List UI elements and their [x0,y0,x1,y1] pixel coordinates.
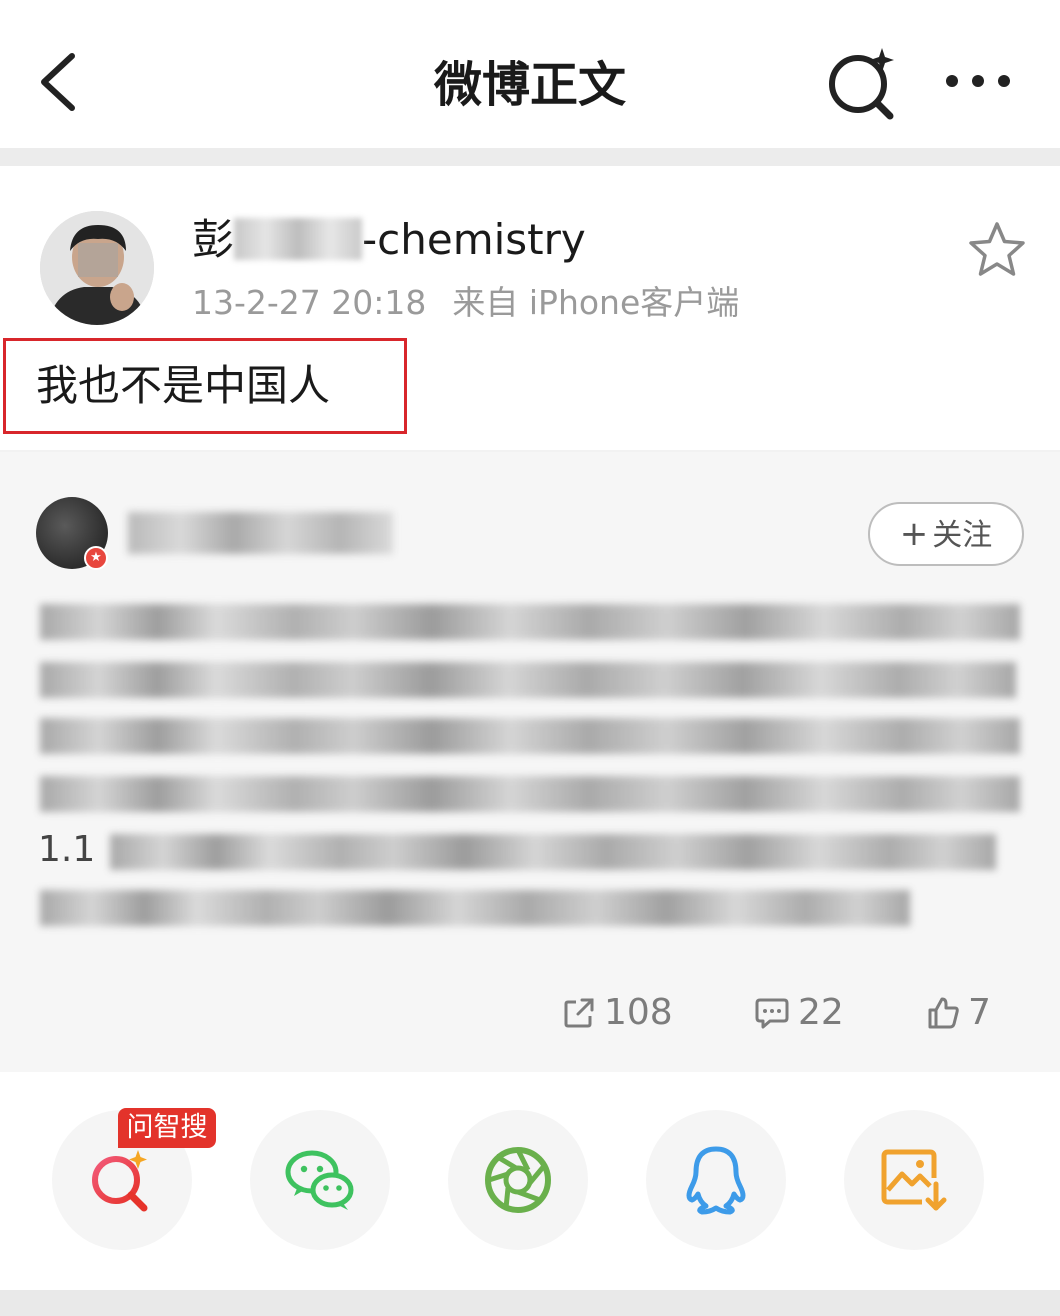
post-timestamp: 13-2-27 20:18 [192,283,427,322]
like-count[interactable]: 7 [926,988,991,1038]
comment-icon [755,998,789,1029]
plus-icon: + [899,514,929,554]
verified-badge-icon: ★ [84,546,108,570]
save-image-icon [881,1149,947,1211]
author-avatar[interactable] [40,211,154,325]
blurred-text-line [40,776,1020,812]
repost-count[interactable]: 108 [562,988,673,1038]
post-source: 来自 iPhone客户端 [452,283,740,322]
sparkle-search-icon [829,48,894,120]
like-count-value: 7 [968,992,991,1033]
back-button[interactable] [28,44,98,120]
wechat-icon [285,1150,354,1210]
more-button[interactable] [936,56,1026,106]
blurred-text-line [40,718,1020,754]
bottom-strip [0,1290,1060,1316]
comment-count-value: 22 [798,992,844,1033]
wenzhisou-search-icon [92,1150,148,1212]
share-save-image-button[interactable] [844,1110,984,1250]
blurred-text-line [40,890,910,926]
blurred-text-line [40,604,1020,640]
repost-icon [564,998,594,1028]
author-name[interactable]: 彭 -chemistry [192,212,792,268]
more-dots-icon [946,75,1010,87]
author-name-prefix: 彭 [192,215,235,264]
partial-visible-text: 1.1 [38,829,96,870]
page-title: 微博正文 [433,57,626,113]
blurred-text-line-5: 1.1 [38,830,95,870]
comment-count[interactable]: 22 [754,988,844,1038]
post-meta: 13-2-27 20:18 来自 iPhone客户端 [192,280,892,326]
favorite-button[interactable] [964,218,1030,282]
wenzhisou-tag: 问智搜 [118,1108,216,1148]
redacted-name-blur [234,218,363,260]
qq-icon [686,1146,746,1215]
blurred-text-line [110,834,996,870]
follow-label: 关注 [932,518,993,553]
avatar-photo [40,211,154,325]
nav-divider [0,148,1060,166]
blurred-text-line [40,662,1016,698]
share-wechat-button[interactable] [250,1110,390,1250]
thumbs-up-icon [928,997,959,1029]
follow-button[interactable]: + 关注 [868,502,1024,566]
author-name-suffix: -chemistry [362,215,586,264]
moments-icon [485,1147,551,1213]
chevron-left-icon [41,53,75,111]
ai-search-button[interactable] [820,40,910,124]
post-text: 我也不是中国人 [36,361,331,410]
repost-count-value: 108 [604,992,673,1033]
share-qq-button[interactable] [646,1110,786,1250]
star-icon [969,222,1025,276]
share-moments-button[interactable] [448,1110,588,1250]
quoted-author-name-blur [128,512,393,554]
